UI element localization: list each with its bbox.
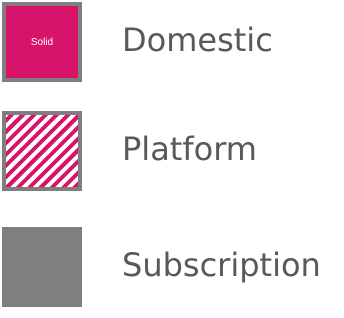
swatch-label: Solid <box>30 36 54 48</box>
solid-pink-swatch-icon: Solid <box>2 2 82 82</box>
legend-item-domestic: Solid Domestic <box>0 0 344 86</box>
solid-gray-swatch-icon <box>2 227 82 307</box>
legend-label: Domestic <box>122 21 273 59</box>
legend-item-platform: Platform <box>0 109 344 195</box>
legend-item-subscription: Subscription <box>0 225 344 311</box>
striped-pink-swatch-icon <box>2 111 82 191</box>
legend-label: Platform <box>122 130 257 168</box>
legend-label: Subscription <box>122 246 321 284</box>
